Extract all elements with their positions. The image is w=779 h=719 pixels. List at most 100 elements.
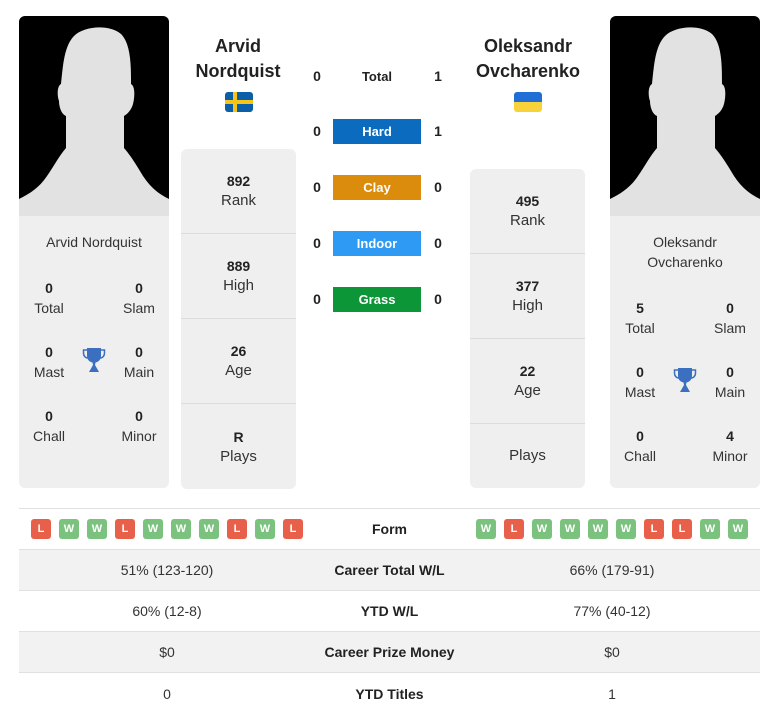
sweden-flag-icon [225, 92, 253, 112]
titles-total-value: 0 [45, 280, 53, 296]
h2h-total-row: 0 Total 1 [305, 64, 450, 88]
player2-photo [610, 16, 760, 216]
titles-total-label: Total [625, 320, 655, 336]
silhouette-icon [610, 27, 760, 216]
ytd-wl-row: 60% (12-8) YTD W/L 77% (40-12) [19, 591, 760, 632]
ytd-titles-row: 0 YTD Titles 1 [19, 673, 760, 714]
ytd-wl-label: YTD W/L [360, 603, 419, 619]
player1-titles-minor: 0 Minor [109, 406, 169, 446]
form-win-badge[interactable]: W [255, 519, 275, 539]
titles-main-value: 0 [135, 344, 143, 360]
surface-indoor-badge[interactable]: Indoor [333, 231, 421, 256]
titles-total-value: 5 [636, 300, 644, 316]
titles-main-value: 0 [726, 364, 734, 380]
ytd-titles-label: YTD Titles [355, 685, 424, 702]
h2h-indoor-p2: 0 [434, 235, 442, 251]
player1-titles-mast: 0 Mast [19, 342, 79, 382]
player2-age: 22 Age [470, 339, 585, 424]
h2h-total-p1: 0 [313, 68, 321, 84]
form-win-badge[interactable]: W [171, 519, 191, 539]
player2-form: WLWWWWLLWW [464, 519, 760, 539]
player1-ytd-titles: 0 [163, 685, 171, 702]
form-loss-badge[interactable]: L [31, 519, 51, 539]
player1-titles-chall: 0 Chall [19, 406, 79, 446]
plays-label: Plays [220, 447, 257, 465]
ukraine-flag-icon [514, 92, 542, 112]
titles-minor-label: Minor [121, 428, 157, 444]
player1-card: Arvid Nordquist 0 Total 0 Slam 0 Mast 0 … [19, 16, 169, 488]
surface-clay-badge[interactable]: Clay [333, 175, 421, 200]
h2h-indoor-p1: 0 [313, 235, 321, 251]
career-wl-row: 51% (123-120) Career Total W/L 66% (179-… [19, 550, 760, 591]
titles-chall-label: Chall [624, 448, 656, 464]
form-win-badge[interactable]: W [59, 519, 79, 539]
h2h-clay-p2: 0 [434, 179, 442, 195]
player2-ytd-wl: 77% (40-12) [573, 603, 651, 619]
h2h-hard-p2: 1 [434, 123, 442, 139]
form-win-badge[interactable]: W [476, 519, 496, 539]
titles-chall-value: 0 [636, 428, 644, 444]
h2h-indoor-row: 0 Indoor 0 [305, 231, 450, 256]
titles-minor-value: 4 [726, 428, 734, 444]
titles-minor-label: Minor [712, 448, 748, 464]
player1-rank: 892 Rank [181, 149, 296, 234]
titles-mast-value: 0 [45, 344, 53, 360]
player1-high: 889 High [181, 234, 296, 319]
form-win-badge[interactable]: W [532, 519, 552, 539]
titles-slam-label: Slam [714, 320, 746, 336]
player2-card-name: Oleksandr Ovcharenko [610, 232, 760, 272]
silhouette-icon [19, 27, 169, 216]
h2h-total-p2: 1 [434, 68, 442, 84]
age-value: 22 [519, 363, 536, 379]
titles-chall-value: 0 [45, 408, 53, 424]
titles-mast-value: 0 [636, 364, 644, 380]
age-value: 26 [230, 343, 247, 359]
player1-name-last: Nordquist [195, 61, 281, 81]
form-loss-badge[interactable]: L [644, 519, 664, 539]
player1-name-heading[interactable]: Arvid Nordquist [163, 34, 313, 84]
form-loss-badge[interactable]: L [672, 519, 692, 539]
form-win-badge[interactable]: W [616, 519, 636, 539]
player2-card: Oleksandr Ovcharenko 5 Total 0 Slam 0 Ma… [610, 16, 760, 488]
form-win-badge[interactable]: W [87, 519, 107, 539]
player1-titles-total: 0 Total [19, 278, 79, 318]
titles-total-label: Total [34, 300, 64, 316]
player2-rank: 495 Rank [470, 169, 585, 254]
player2-name-first: Oleksandr [483, 36, 573, 56]
surface-grass-badge[interactable]: Grass [333, 287, 421, 312]
player2-high: 377 High [470, 254, 585, 339]
form-win-badge[interactable]: W [728, 519, 748, 539]
surface-hard-badge[interactable]: Hard [333, 119, 421, 144]
high-value: 377 [515, 278, 540, 294]
plays-value: R [233, 428, 244, 445]
high-value: 889 [226, 258, 251, 274]
form-win-badge[interactable]: W [143, 519, 163, 539]
form-win-badge[interactable]: W [700, 519, 720, 539]
form-win-badge[interactable]: W [199, 519, 219, 539]
form-loss-badge[interactable]: L [227, 519, 247, 539]
player2-titles-mast: 0 Mast [610, 362, 670, 402]
form-win-badge[interactable]: W [560, 519, 580, 539]
player1-name-first: Arvid [214, 36, 261, 56]
player1-plays: R Plays [181, 404, 296, 489]
form-loss-badge[interactable]: L [504, 519, 524, 539]
rank-label: Rank [220, 192, 257, 209]
titles-slam-label: Slam [123, 300, 155, 316]
player2-titles-chall: 0 Chall [610, 426, 670, 466]
h2h-hard-row: 0 Hard 1 [305, 119, 450, 144]
h2h-grass-p2: 0 [434, 291, 442, 307]
titles-minor-value: 0 [135, 408, 143, 424]
player2-name-last: Ovcharenko [475, 61, 581, 81]
form-loss-badge[interactable]: L [115, 519, 135, 539]
player1-card-name: Arvid Nordquist [46, 234, 142, 250]
player1-stats: 892 Rank 889 High 26 Age R Plays [181, 149, 296, 489]
player1-titles-slam: 0 Slam [109, 278, 169, 318]
trophy-icon [82, 348, 106, 372]
age-label: Age [225, 362, 252, 379]
card-name-last: Ovcharenko [647, 254, 723, 270]
form-win-badge[interactable]: W [588, 519, 608, 539]
form-loss-badge[interactable]: L [283, 519, 303, 539]
player2-career-wl: 66% (179-91) [569, 562, 655, 578]
trophy-icon [673, 368, 697, 392]
player2-name-heading[interactable]: Oleksandr Ovcharenko [453, 34, 603, 84]
